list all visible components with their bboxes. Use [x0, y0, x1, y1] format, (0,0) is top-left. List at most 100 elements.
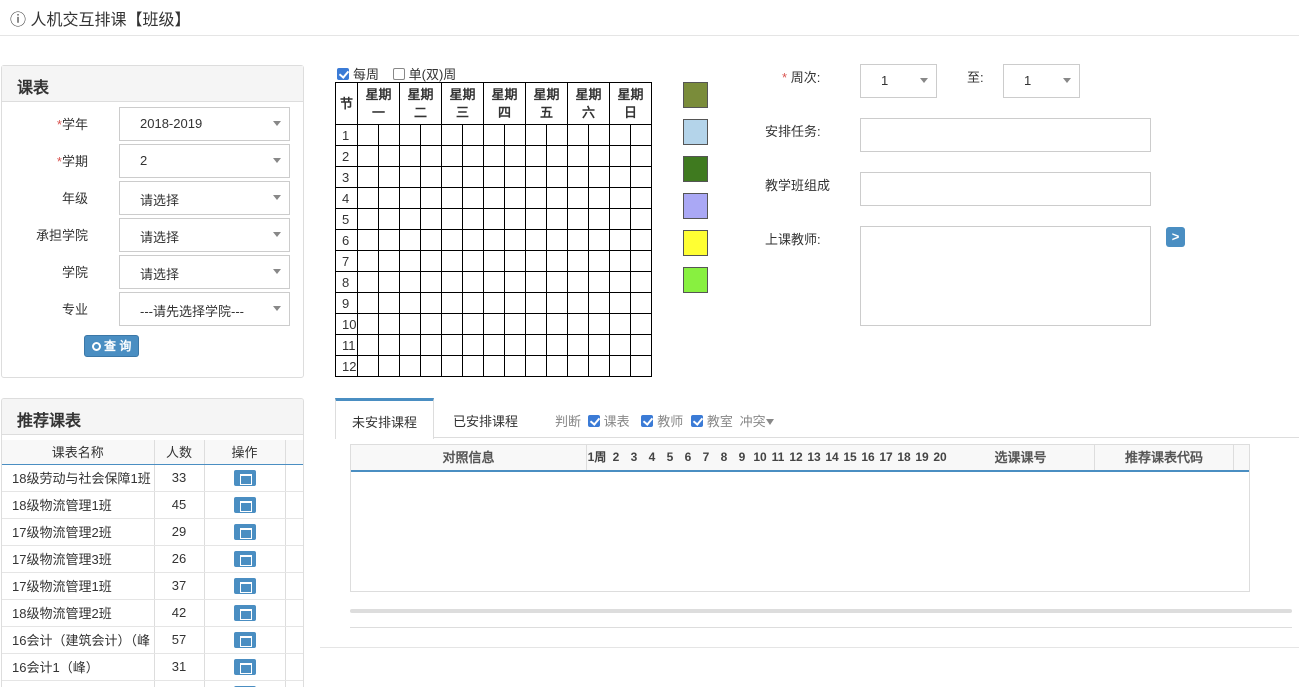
- grid-cell[interactable]: [441, 271, 463, 293]
- grid-cell[interactable]: [609, 208, 631, 230]
- grid-cell[interactable]: [630, 124, 652, 146]
- grid-cell[interactable]: [504, 313, 526, 335]
- grid-cell[interactable]: [399, 145, 421, 167]
- grid-cell[interactable]: [588, 187, 610, 209]
- horizontal-scrollbar[interactable]: [350, 609, 1292, 613]
- grid-cell[interactable]: [567, 334, 589, 356]
- grid-cell[interactable]: [567, 250, 589, 272]
- grid-cell[interactable]: [588, 208, 610, 230]
- grid-cell[interactable]: [378, 208, 400, 230]
- grid-cell[interactable]: [462, 271, 484, 293]
- grid-cell[interactable]: [420, 250, 442, 272]
- grid-cell[interactable]: [399, 292, 421, 314]
- column-header-course-no[interactable]: 选课课号: [947, 445, 1095, 470]
- grid-cell[interactable]: [546, 145, 568, 167]
- grid-cell[interactable]: [567, 166, 589, 188]
- grid-cell[interactable]: [357, 145, 379, 167]
- grid-cell[interactable]: [357, 313, 379, 335]
- grid-cell[interactable]: [357, 124, 379, 146]
- table-row[interactable]: [2, 680, 303, 687]
- grid-cell[interactable]: [420, 271, 442, 293]
- field-select[interactable]: 请选择: [119, 218, 290, 252]
- grid-cell[interactable]: [399, 229, 421, 251]
- grid-cell[interactable]: [588, 229, 610, 251]
- grid-cell[interactable]: [357, 355, 379, 377]
- grid-cell[interactable]: [567, 208, 589, 230]
- grid-cell[interactable]: [399, 271, 421, 293]
- grid-cell[interactable]: [399, 124, 421, 146]
- column-header[interactable]: 课表名称: [2, 440, 155, 465]
- teacher-textarea[interactable]: [860, 226, 1151, 326]
- grid-cell[interactable]: [378, 166, 400, 188]
- grid-cell[interactable]: [630, 250, 652, 272]
- grid-cell[interactable]: [357, 187, 379, 209]
- grid-cell[interactable]: [609, 334, 631, 356]
- grid-cell[interactable]: [462, 250, 484, 272]
- grid-cell[interactable]: [462, 292, 484, 314]
- grid-cell[interactable]: [462, 124, 484, 146]
- grid-cell[interactable]: [525, 208, 547, 230]
- tab-unscheduled[interactable]: 未安排课程: [335, 398, 435, 439]
- grid-cell[interactable]: [588, 292, 610, 314]
- grid-cell[interactable]: [420, 187, 442, 209]
- grid-cell[interactable]: [588, 355, 610, 377]
- grid-cell[interactable]: [441, 292, 463, 314]
- grid-cell[interactable]: [462, 187, 484, 209]
- column-header-info[interactable]: 对照信息: [351, 445, 587, 470]
- calendar-icon[interactable]: [233, 523, 256, 540]
- table-row[interactable]: 17级物流管理3班 26: [2, 545, 303, 573]
- grid-cell[interactable]: [630, 313, 652, 335]
- field-select[interactable]: 2: [119, 144, 290, 178]
- tab-scheduled[interactable]: 已安排课程: [437, 398, 534, 438]
- grid-cell[interactable]: [609, 145, 631, 167]
- calendar-icon[interactable]: [233, 631, 256, 648]
- grid-cell[interactable]: [546, 166, 568, 188]
- grid-cell[interactable]: [588, 166, 610, 188]
- every-week-checkbox[interactable]: [337, 68, 349, 80]
- grid-cell[interactable]: [630, 355, 652, 377]
- color-swatch[interactable]: [683, 156, 708, 182]
- grid-cell[interactable]: [483, 208, 505, 230]
- table-row[interactable]: 17级物流管理2班 29: [2, 518, 303, 546]
- field-select[interactable]: 2018-2019: [119, 107, 290, 141]
- grid-cell[interactable]: [504, 292, 526, 314]
- calendar-icon[interactable]: [233, 604, 256, 621]
- grid-cell[interactable]: [504, 187, 526, 209]
- grid-cell[interactable]: [462, 229, 484, 251]
- grid-cell[interactable]: [441, 250, 463, 272]
- grid-cell[interactable]: [525, 292, 547, 314]
- grid-cell[interactable]: [588, 145, 610, 167]
- grid-cell[interactable]: [357, 271, 379, 293]
- calendar-icon[interactable]: [233, 550, 256, 567]
- grid-cell[interactable]: [609, 229, 631, 251]
- grid-cell[interactable]: [420, 313, 442, 335]
- color-swatch[interactable]: [683, 193, 708, 219]
- grid-cell[interactable]: [504, 271, 526, 293]
- grid-cell[interactable]: [420, 166, 442, 188]
- grid-cell[interactable]: [546, 334, 568, 356]
- grid-cell[interactable]: [357, 166, 379, 188]
- grid-cell[interactable]: [546, 187, 568, 209]
- grid-cell[interactable]: [630, 334, 652, 356]
- grid-cell[interactable]: [378, 229, 400, 251]
- calendar-icon[interactable]: [233, 577, 256, 594]
- grid-cell[interactable]: [609, 313, 631, 335]
- grid-cell[interactable]: [378, 334, 400, 356]
- grid-cell[interactable]: [441, 355, 463, 377]
- grid-cell[interactable]: [441, 187, 463, 209]
- grid-cell[interactable]: [504, 250, 526, 272]
- grid-cell[interactable]: [462, 334, 484, 356]
- judge-teacher-checkbox[interactable]: [641, 415, 654, 427]
- grid-cell[interactable]: [399, 355, 421, 377]
- class-composition-input[interactable]: [860, 172, 1151, 206]
- grid-cell[interactable]: [462, 208, 484, 230]
- grid-cell[interactable]: [609, 250, 631, 272]
- grid-cell[interactable]: [399, 187, 421, 209]
- grid-cell[interactable]: [483, 250, 505, 272]
- grid-cell[interactable]: [546, 124, 568, 146]
- grid-cell[interactable]: [420, 145, 442, 167]
- odd-even-week-checkbox[interactable]: [392, 68, 405, 80]
- grid-cell[interactable]: [609, 271, 631, 293]
- grid-cell[interactable]: [399, 334, 421, 356]
- grid-cell[interactable]: [525, 145, 547, 167]
